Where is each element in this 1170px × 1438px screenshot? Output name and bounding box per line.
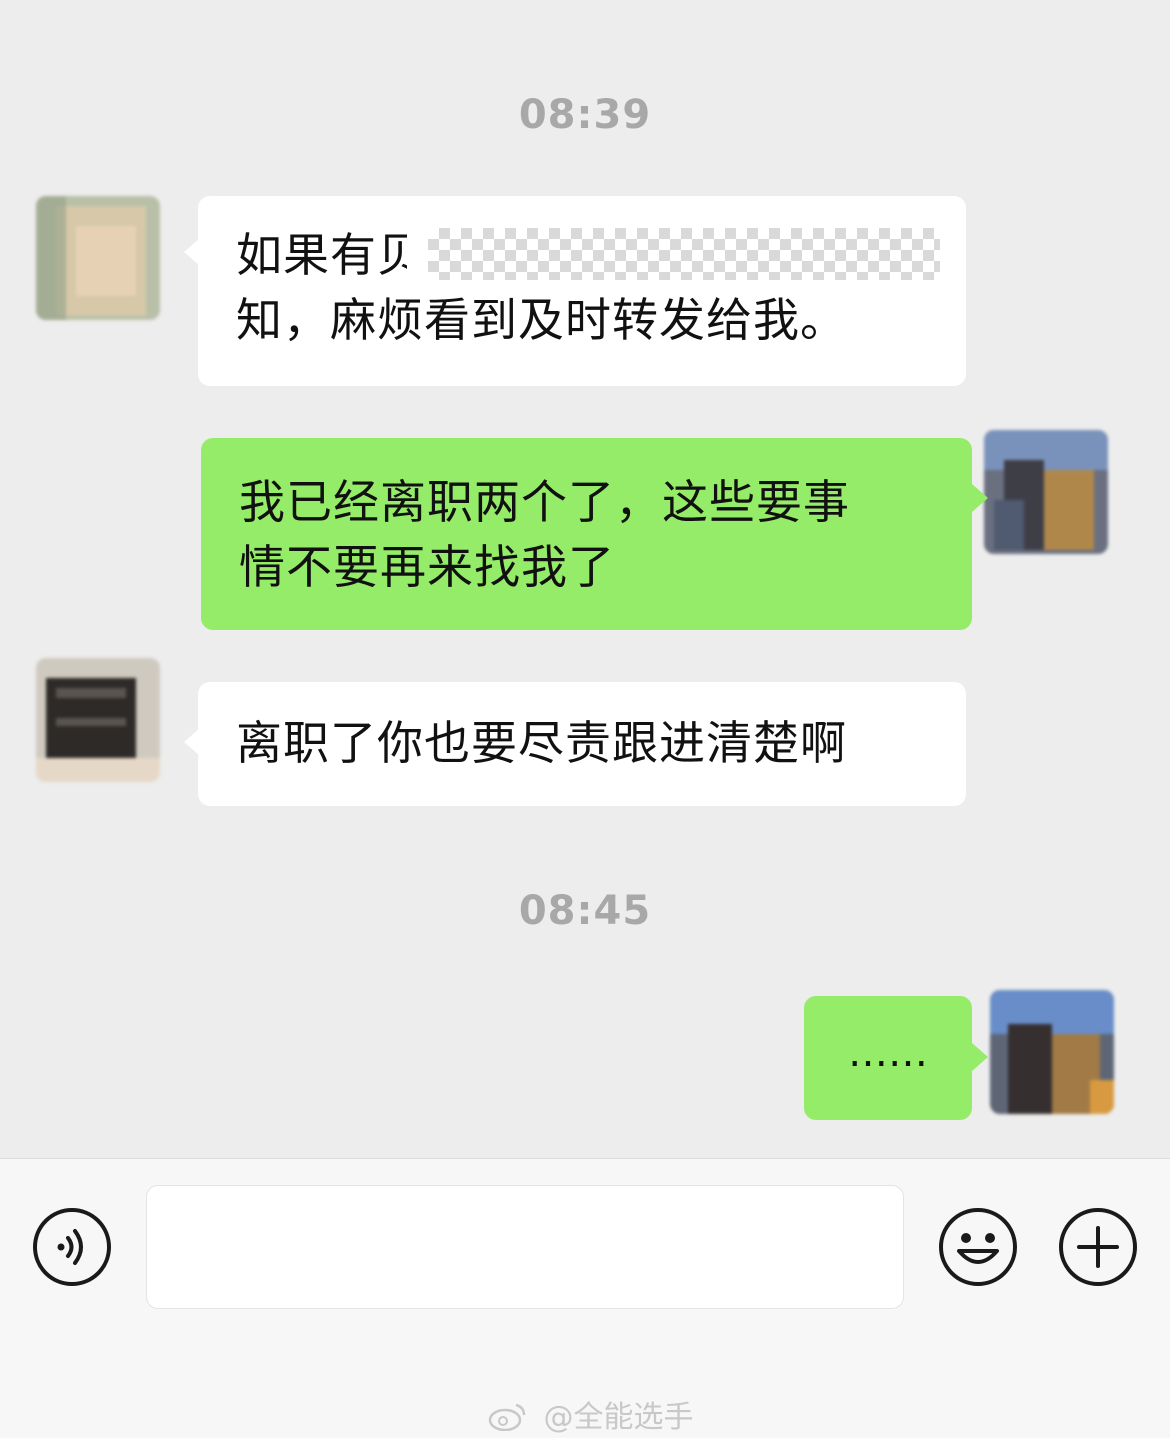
message-line: 我已经离职两个了，这些要事 bbox=[239, 475, 850, 529]
contact-avatar[interactable] bbox=[36, 196, 160, 320]
watermark-text: @全能选手 bbox=[543, 1400, 694, 1435]
chat-history[interactable]: 08:39 如果有贝 知，麻烦看到及时转发给我。 我已经离职两个了，这些要事 情… bbox=[0, 0, 1170, 1158]
message-line: 情不要再来找我了 bbox=[239, 540, 615, 594]
message-bubble-incoming[interactable]: 如果有贝 知，麻烦看到及时转发给我。 bbox=[198, 196, 966, 386]
bubble-tail bbox=[972, 1043, 988, 1071]
message-line: 离职了你也要尽责跟进清楚啊 bbox=[236, 716, 847, 770]
plus-circle-icon bbox=[1059, 1208, 1137, 1286]
contact-avatar[interactable] bbox=[36, 658, 160, 782]
message-text-partial: 贝 bbox=[377, 228, 407, 282]
message-bubble-outgoing[interactable]: 我已经离职两个了，这些要事 情不要再来找我了 bbox=[201, 438, 972, 630]
message-line: …… bbox=[848, 1030, 928, 1076]
timestamp: 08:39 bbox=[518, 92, 652, 138]
watermark: @全能选手 bbox=[488, 1392, 694, 1436]
more-button[interactable] bbox=[1058, 1207, 1138, 1287]
message-text: 如果有 bbox=[236, 228, 377, 282]
bubble-tail bbox=[972, 484, 988, 512]
message-line: 知，麻烦看到及时转发给我。 bbox=[236, 293, 847, 347]
my-avatar[interactable] bbox=[984, 430, 1108, 554]
redaction-mosaic bbox=[428, 228, 940, 280]
voice-button[interactable] bbox=[32, 1207, 112, 1287]
my-avatar[interactable] bbox=[990, 990, 1114, 1114]
smiley-face-icon bbox=[939, 1208, 1017, 1286]
weibo-logo-icon bbox=[488, 1400, 538, 1435]
timestamp: 08:45 bbox=[518, 888, 652, 934]
voice-wave-icon bbox=[33, 1208, 111, 1286]
emoji-button[interactable] bbox=[938, 1207, 1018, 1287]
message-input[interactable] bbox=[146, 1185, 904, 1309]
message-bubble-incoming[interactable]: 离职了你也要尽责跟进清楚啊 bbox=[198, 682, 966, 806]
message-bubble-outgoing[interactable]: …… bbox=[804, 996, 972, 1120]
